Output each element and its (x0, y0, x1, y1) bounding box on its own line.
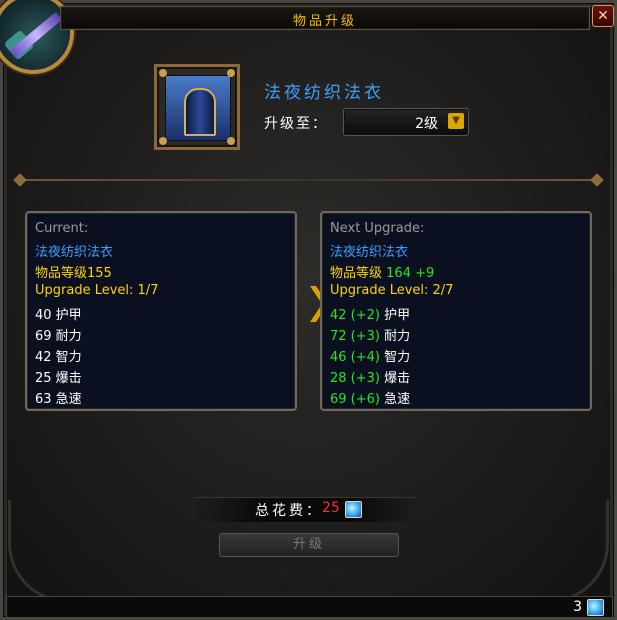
next-item-name: 法夜纺织法衣 (330, 245, 409, 260)
current-stats-panel: Current: 法夜纺织法衣 物品等级155 Upgrade Level: 1… (25, 211, 297, 411)
next-stat-label: 爆击 (384, 371, 411, 386)
current-stat-intellect: 42 智力 (35, 350, 82, 365)
next-stat-value: 69 (+6) (330, 392, 380, 407)
next-stat-label: 耐力 (384, 329, 411, 344)
next-stat-haste: 69 (+6) 急速 (330, 388, 410, 407)
next-item-level-label: 物品等级 (330, 266, 383, 281)
close-button[interactable]: ✕ (592, 5, 614, 27)
upgrade-button[interactable]: 升级 (219, 533, 399, 557)
item-name: 法夜纺织法衣 (264, 83, 384, 103)
currency-amount: 3 (573, 599, 582, 615)
chevron-down-icon[interactable]: ▼ (448, 113, 464, 129)
valor-gem-icon (587, 599, 604, 616)
current-stat-haste: 63 急速 (35, 392, 82, 407)
total-cost-amount: 25 (322, 500, 340, 516)
upgrade-to-label: 升级至： (264, 116, 328, 132)
current-stat-armor: 40 护甲 (35, 308, 82, 323)
current-item-level: 物品等级155 (35, 266, 112, 281)
window-title: 物品升级 (292, 14, 357, 29)
next-item-level: 物品等级 164 +9 (330, 262, 434, 281)
next-stat-value: 28 (+3) (330, 371, 380, 386)
dropdown-value: 2级 (415, 116, 438, 132)
current-item-name: 法夜纺织法衣 (35, 245, 114, 260)
current-stat-crit: 25 爆击 (35, 371, 82, 386)
upgrade-level-dropdown[interactable]: 2级 ▼ (343, 108, 469, 136)
next-stat-armor: 42 (+2) 护甲 (330, 304, 410, 323)
item-upgrade-window: 物品升级 ✕ 法夜纺织法衣 升级至： 2级 ▼ Current: 法夜纺织法衣 … (0, 0, 617, 620)
current-upgrade-level: Upgrade Level: 1/7 (35, 283, 159, 298)
next-stat-label: 急速 (384, 392, 411, 407)
next-header: Next Upgrade: (330, 221, 425, 236)
next-stat-intellect: 46 (+4) 智力 (330, 346, 410, 365)
rune-ornament-left (8, 500, 69, 603)
current-stat-stamina: 69 耐力 (35, 329, 82, 344)
valor-gem-icon (345, 501, 362, 518)
next-stat-value: 72 (+3) (330, 329, 380, 344)
next-stat-label: 护甲 (384, 308, 411, 323)
current-header: Current: (35, 221, 89, 236)
title-bar[interactable]: 物品升级 (60, 6, 590, 30)
total-cost-label: 总花费： (255, 503, 323, 519)
next-stat-label: 智力 (384, 350, 411, 365)
next-item-level-value: 164 +9 (386, 266, 435, 281)
next-stat-value: 42 (+2) (330, 308, 380, 323)
close-icon: ✕ (597, 8, 609, 24)
section-divider (12, 172, 605, 188)
next-upgrade-panel: Next Upgrade: 法夜纺织法衣 物品等级 164 +9 Upgrade… (320, 211, 592, 411)
rune-ornament-right (548, 500, 609, 603)
next-stat-stamina: 72 (+3) 耐力 (330, 325, 410, 344)
next-upgrade-level: Upgrade Level: 2/7 (330, 283, 454, 298)
next-stat-crit: 28 (+3) 爆击 (330, 367, 410, 386)
currency-bar: 3 (6, 596, 613, 618)
robe-icon[interactable] (154, 64, 240, 150)
next-stat-value: 46 (+4) (330, 350, 380, 365)
